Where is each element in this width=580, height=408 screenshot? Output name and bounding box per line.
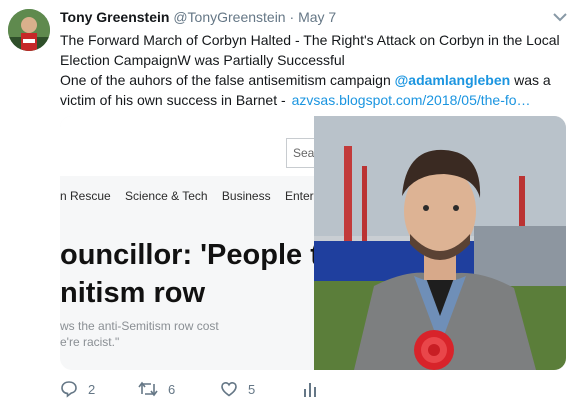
tweet-line-3: One of the auhors of the false antisemit… [60, 70, 565, 90]
standfirst-line-1: ws the anti-Semitism row cost [60, 319, 219, 333]
site-header [60, 116, 314, 176]
article-headline: ouncillor: 'People thi nitism row [60, 236, 346, 312]
display-name[interactable]: Tony Greenstein [60, 9, 169, 25]
like-action[interactable]: 5 [220, 380, 255, 398]
mention-link[interactable]: @adamlangleben [395, 72, 511, 88]
headline-line-2: nitism row [60, 277, 206, 309]
retweet-icon[interactable] [138, 380, 158, 398]
portrait-photo[interactable] [314, 116, 566, 370]
reply-action[interactable]: 2 [60, 380, 95, 398]
nav-item: n Rescue [60, 189, 111, 203]
nav-item: Science & Tech [125, 189, 208, 203]
tweet-line-2: Election CampaignW was Partially Success… [60, 52, 345, 68]
avatar[interactable] [8, 9, 50, 51]
analytics-action[interactable] [302, 380, 328, 398]
timestamp[interactable]: May 7 [298, 9, 336, 25]
retweet-count: 6 [168, 381, 176, 397]
tweet-actions: 2 6 5 [60, 380, 565, 404]
nav-item: Business [221, 189, 271, 203]
rosette [414, 330, 454, 370]
avatar-image [8, 9, 50, 51]
reply-count: 2 [88, 381, 96, 397]
site-nav: n Rescue Science & Tech Business Enter [60, 182, 314, 210]
tweet-header: Tony Greenstein @TonyGreenstein · May 7 [60, 9, 336, 25]
standfirst-line-2: e're racist." [60, 335, 120, 349]
tweet-text-segment: victim of his own success in Barnet - [60, 92, 286, 108]
like-count: 5 [248, 381, 256, 397]
tweet-text-segment: One of the auhors of the false antisemit… [60, 72, 395, 88]
handle[interactable]: @TonyGreenstein [173, 9, 285, 25]
tweet-text: The Forward March of Corbyn Halted - The… [60, 30, 565, 110]
article-screenshot[interactable]: Sea n Rescue Science & Tech Business Ent… [60, 116, 346, 370]
tweet-line-1: The Forward March of Corbyn Halted - The… [60, 32, 560, 48]
retweet-action[interactable]: 6 [138, 380, 175, 398]
nav-item: Enter [284, 189, 314, 203]
tweet-line-4: victim of his own success in Barnet - azv… [60, 90, 565, 110]
heart-icon[interactable] [220, 380, 238, 398]
reply-icon[interactable] [60, 380, 78, 398]
media-card[interactable]: Sea n Rescue Science & Tech Business Ent… [60, 116, 566, 370]
article-standfirst: ws the anti-Semitism row cost e're racis… [60, 318, 219, 350]
separator: · [289, 9, 295, 25]
tweet-text-segment: was a [510, 72, 551, 88]
chevron-down-icon[interactable] [552, 10, 568, 24]
headline-line-1: ouncillor: 'People thi [60, 239, 346, 271]
analytics-icon[interactable] [302, 380, 318, 398]
external-link[interactable]: azvsas.blogspot.com/2018/05/the-fo… [292, 92, 531, 108]
